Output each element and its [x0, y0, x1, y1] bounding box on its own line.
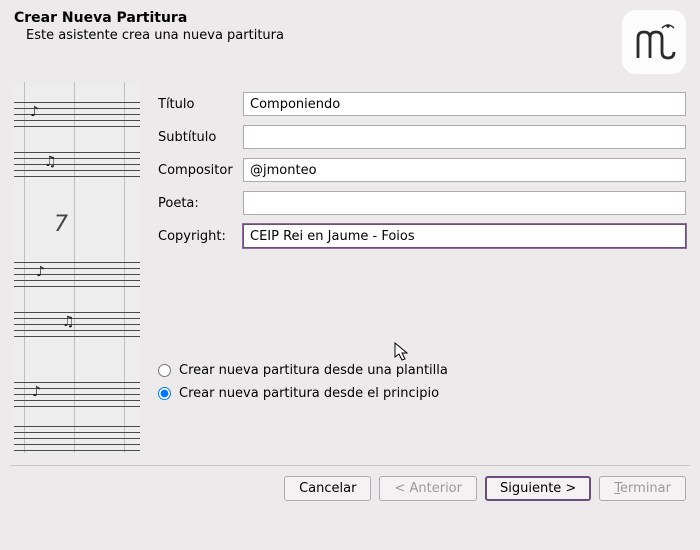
wizard-footer: Cancelar < Anterior Siguiente > Terminar	[0, 476, 700, 501]
title-label: Título	[158, 97, 243, 112]
back-button: < Anterior	[379, 476, 477, 501]
copyright-input[interactable]	[243, 224, 686, 248]
next-button[interactable]: Siguiente >	[485, 476, 591, 501]
copyright-label: Copyright:	[158, 229, 243, 244]
subtitle-label: Subtítulo	[158, 130, 243, 145]
app-logo	[622, 10, 686, 74]
wizard-header: Crear Nueva Partitura Este asistente cre…	[0, 0, 700, 78]
finish-button: Terminar	[599, 476, 686, 501]
creation-options: Crear nueva partitura desde una plantill…	[158, 363, 686, 401]
subtitle-input[interactable]	[243, 125, 686, 149]
cancel-button[interactable]: Cancelar	[284, 476, 371, 501]
header-text: Crear Nueva Partitura Este asistente cre…	[14, 10, 284, 43]
poet-label: Poeta:	[158, 196, 243, 211]
from-template-label[interactable]: Crear nueva partitura desde una plantill…	[179, 363, 448, 378]
musescore-logo-icon	[630, 18, 678, 66]
composer-label: Compositor	[158, 163, 243, 178]
from-template-radio[interactable]	[158, 364, 171, 377]
wizard-title: Crear Nueva Partitura	[14, 10, 284, 26]
composer-input[interactable]	[243, 158, 686, 182]
sidebar-manuscript-image: 7 ♪ ♫ ♪ ♫ ♪	[14, 82, 140, 453]
wizard-subtitle: Este asistente crea una nueva partitura	[14, 26, 284, 43]
poet-input[interactable]	[243, 191, 686, 215]
from-scratch-label[interactable]: Crear nueva partitura desde el principio	[179, 386, 439, 401]
footer-separator	[10, 465, 690, 466]
wizard-form: Título Subtítulo Compositor Poeta: Copyr…	[158, 82, 686, 453]
title-input[interactable]	[243, 92, 686, 116]
from-scratch-radio[interactable]	[158, 387, 171, 400]
